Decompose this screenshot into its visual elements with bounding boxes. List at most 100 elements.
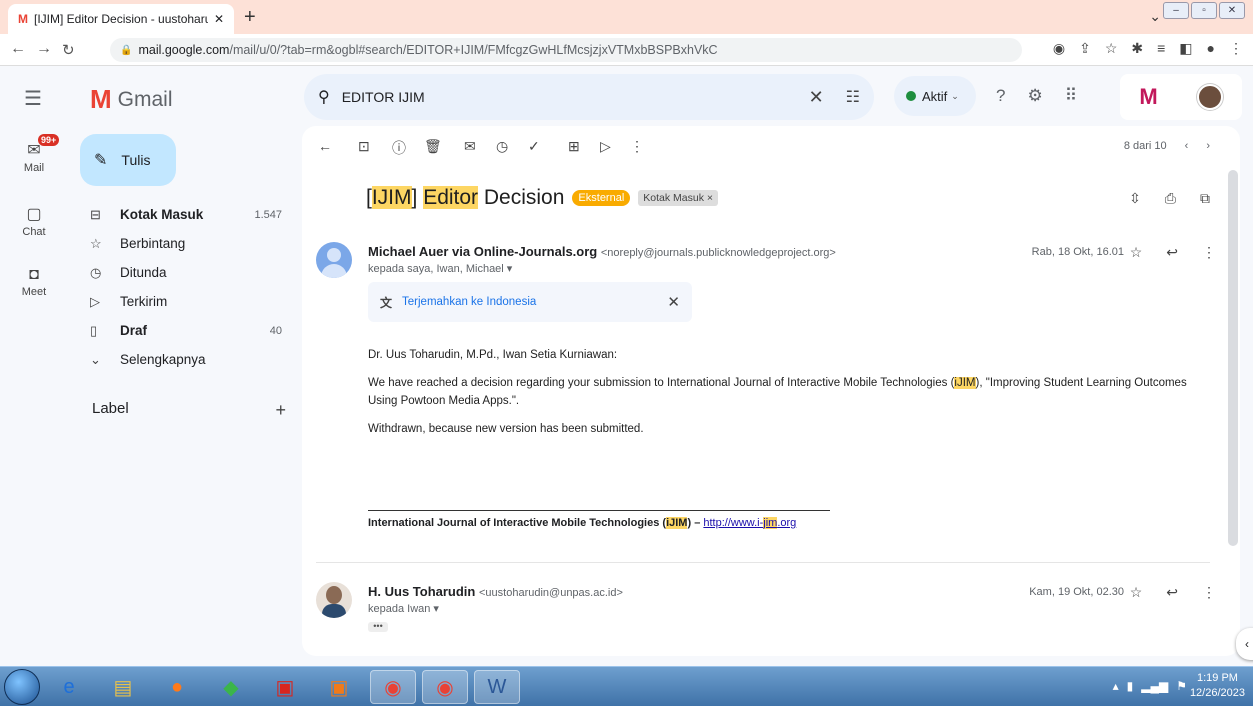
nav-item-drafts[interactable]: ▯ Draf 40	[80, 316, 290, 345]
side-panel-icon[interactable]: ◧	[1179, 40, 1192, 57]
rail-meet[interactable]: ◘ Meet	[0, 266, 68, 298]
scrollbar[interactable]	[1228, 170, 1238, 546]
clear-search-icon[interactable]: ✕	[809, 87, 824, 108]
nav-item-more[interactable]: ⌄ Selengkapnya	[80, 345, 290, 374]
rail-mail[interactable]: ✉ 99+ Mail	[0, 134, 68, 174]
search-bar[interactable]: ⚲ EDITOR IJIM ✕ ☷	[304, 74, 874, 120]
delete-icon[interactable]: 🗑	[424, 138, 442, 155]
more-icon[interactable]: ⋮	[1202, 244, 1216, 261]
tab-title: [IJIM] Editor Decision - uustoharu	[34, 12, 208, 26]
nav-item-inbox[interactable]: ⊟ Kotak Masuk 1.547	[80, 200, 290, 229]
archive-icon[interactable]: ⊡	[358, 138, 370, 155]
reload-icon[interactable]: ↻	[62, 41, 75, 59]
collapse-all-icon[interactable]: ⇳	[1129, 190, 1141, 207]
extensions-icon[interactable]: ✱	[1131, 40, 1143, 57]
star-icon[interactable]: ☆	[1130, 584, 1143, 601]
show-trimmed-button[interactable]: •••	[368, 622, 388, 632]
explorer-icon[interactable]: ▤	[100, 670, 146, 704]
start-button[interactable]	[4, 669, 40, 705]
browser-tab[interactable]: M [IJIM] Editor Decision - uustoharu ✕	[8, 4, 234, 34]
clock-date: 12/26/2023	[1189, 687, 1245, 699]
minimize-button[interactable]: –	[1163, 2, 1189, 19]
chrome-icon[interactable]: ◉	[422, 670, 468, 704]
back-icon[interactable]: ←	[10, 40, 26, 58]
main-menu-icon[interactable]: ☰	[24, 86, 42, 111]
side-panel-toggle[interactable]: ‹	[1236, 628, 1253, 660]
more-icon[interactable]: ⋮	[1202, 584, 1216, 601]
signal-icon[interactable]: ▂▄▆	[1141, 679, 1168, 693]
status-dot-icon	[906, 91, 916, 101]
bluestacks-icon[interactable]: ◆	[208, 670, 254, 704]
network-icon[interactable]: ▮	[1127, 679, 1134, 693]
chrome-icon[interactable]: ◉	[370, 670, 416, 704]
nav-item-snoozed[interactable]: ◷ Ditunda	[80, 258, 290, 287]
player-icon[interactable]: ▣	[316, 670, 362, 704]
help-icon[interactable]: ?	[996, 86, 1005, 106]
add-task-icon[interactable]: ✓	[528, 138, 540, 155]
close-window-button[interactable]: ✕	[1219, 2, 1245, 19]
open-new-window-icon[interactable]: ⧉	[1200, 190, 1210, 207]
recipients[interactable]: kepada Iwan ▾	[368, 602, 439, 615]
search-input[interactable]: EDITOR IJIM	[342, 89, 809, 105]
tray-up-icon[interactable]: ▴	[1113, 679, 1119, 693]
reply-icon[interactable]: ↩	[1166, 244, 1178, 261]
recipients[interactable]: kepada saya, Iwan, Michael ▾	[368, 262, 512, 275]
apps-grid-icon[interactable]: ⠿	[1065, 86, 1077, 106]
gmail-logo[interactable]: M Gmail	[90, 84, 173, 115]
reply-icon[interactable]: ↩	[1166, 584, 1178, 601]
status-button[interactable]: Aktif ⌄	[894, 76, 976, 116]
lock-icon: 🔒	[120, 44, 133, 56]
labels-header: Label +	[92, 400, 286, 421]
report-spam-icon[interactable]: ⓘ	[392, 138, 406, 158]
print-icon[interactable]: ⎙	[1165, 190, 1176, 207]
meet-icon: ◘	[29, 266, 39, 283]
mark-unread-icon[interactable]: ✉	[464, 138, 476, 155]
message-date: Rab, 18 Okt, 16.01	[1031, 246, 1124, 258]
account-avatar[interactable]	[1196, 84, 1223, 110]
snooze-icon[interactable]: ◷	[496, 138, 508, 155]
word-icon[interactable]: W	[474, 670, 520, 704]
close-translate-icon[interactable]: ✕	[667, 293, 680, 311]
move-to-icon[interactable]: ⊞	[568, 138, 580, 155]
pdf-icon[interactable]: ▣	[262, 670, 308, 704]
search-options-icon[interactable]: ☷	[846, 87, 860, 107]
firefox-icon[interactable]: ●	[154, 670, 200, 704]
ie-icon[interactable]: e	[46, 670, 92, 704]
forward-icon[interactable]: →	[36, 40, 52, 58]
flag-icon[interactable]: ⚑	[1176, 679, 1187, 693]
maximize-button[interactable]: ▫	[1191, 2, 1217, 19]
clock-time: 1:19 PM	[1196, 672, 1238, 684]
search-icon[interactable]: ⚲	[318, 87, 330, 107]
url-input[interactable]: 🔒 mail.google.com /mail/u/0/?tab=rm&ogbl…	[110, 38, 1022, 62]
settings-gear-icon[interactable]: ⚙	[1027, 86, 1042, 106]
paragraph-text: We have reached a decision regarding you…	[368, 377, 955, 389]
share-icon[interactable]: ⇪	[1079, 40, 1091, 57]
compose-button[interactable]: ✎ Tulis	[80, 134, 176, 186]
nav-item-starred[interactable]: ☆ Berbintang	[80, 229, 290, 258]
back-to-list-icon[interactable]: ←	[318, 138, 332, 154]
new-tab-button[interactable]: +	[244, 6, 256, 29]
next-icon[interactable]: ›	[1206, 140, 1210, 152]
paragraph: Withdrawn, because new version has been …	[368, 423, 644, 435]
account-box[interactable]: M	[1120, 74, 1242, 120]
profile-icon[interactable]: ●	[1207, 40, 1215, 57]
rail-chat[interactable]: ▢ Chat	[0, 204, 68, 238]
star-icon[interactable]: ☆	[1130, 244, 1143, 261]
sender-avatar	[316, 242, 352, 278]
reading-list-icon[interactable]: ≡	[1157, 40, 1165, 57]
translate-link[interactable]: Terjemahkan ke Indonesia	[402, 296, 667, 308]
add-label-icon[interactable]: +	[275, 400, 286, 421]
more-options-icon[interactable]: ⋮	[630, 138, 644, 155]
tab-search-icon[interactable]: ⌄	[1149, 8, 1161, 25]
nav-item-sent[interactable]: ▷ Terkirim	[80, 287, 290, 316]
subject-line: [IJIM] Editor Decision Eksternal Kotak M…	[366, 186, 719, 210]
close-tab-icon[interactable]: ✕	[214, 12, 224, 26]
bookmark-star-icon[interactable]: ☆	[1105, 40, 1118, 57]
browser-menu-icon[interactable]: ⋮	[1229, 40, 1243, 57]
inbox-tag[interactable]: Kotak Masuk ×	[638, 190, 719, 206]
label-icon[interactable]: ▷	[600, 138, 611, 155]
journal-link[interactable]: http://www.i-jim.org	[703, 517, 796, 529]
prev-icon[interactable]: ‹	[1185, 140, 1189, 152]
view-icon[interactable]: ◉	[1053, 40, 1065, 57]
taskbar-clock[interactable]: 1:19 PM 12/26/2023	[1190, 671, 1245, 701]
